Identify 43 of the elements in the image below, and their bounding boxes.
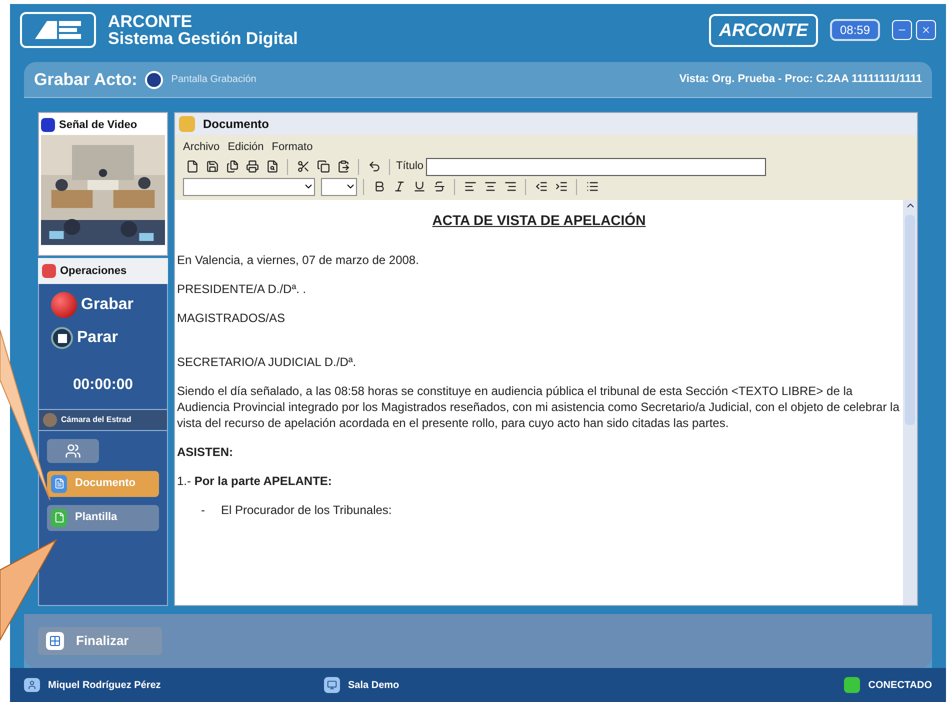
menu-item[interactable]: Edición (228, 139, 264, 156)
app-subtitle: Sistema Gestión Digital (108, 30, 298, 47)
scrollbar[interactable] (903, 200, 917, 605)
screen-name: Pantalla Grabación (171, 73, 256, 87)
document-paragraph: MAGISTRADOS/AS (177, 310, 286, 326)
people-button[interactable] (47, 438, 99, 462)
logo-icon (20, 12, 96, 48)
record-button[interactable]: Grabar (51, 292, 155, 318)
screen-title: Grabar Acto: (34, 68, 138, 91)
clock: 08:59 (830, 19, 880, 41)
title-field[interactable] (426, 158, 766, 176)
field-label: Título (396, 159, 424, 174)
document-paragraph: ASISTEN: (177, 444, 234, 460)
brand-logo: ARCONTE (708, 14, 818, 46)
menu-item[interactable]: Formato (272, 139, 313, 156)
user-icon (24, 678, 40, 692)
list-marker: - (201, 502, 205, 518)
user-name: Miquel Rodríguez Pérez (48, 678, 161, 692)
finish-icon (46, 632, 64, 650)
document-paragraph: 1.- Por la parte APELANTE: (177, 472, 333, 488)
record-info: Vista: Org. Prueba - Proc: C.2AA 11111111/1111 (679, 72, 922, 88)
close-icon (921, 25, 931, 35)
room-icon (324, 677, 340, 693)
connection-status: CONECTADO (868, 678, 932, 692)
panel-title: Señal de Video (59, 118, 138, 133)
document-paragraph: El Procurador de los Tribunales: (221, 502, 392, 518)
minimize-button[interactable] (892, 20, 912, 40)
timer: 00:00:00 (72, 375, 134, 395)
close-button[interactable] (916, 20, 936, 40)
document-paragraph: Siendo el día señalado, a las 08:58 horas se constituye en audiencia pública el tribunal de esta Sección <TEXTO LIBRE> de la Audiencia Provincial integrado por los Magistrados reseñados, con mi asistencia como Secretario/a Judicial, con el objeto de celebrar la vista del recurso de apelación acordada en el presente rollo, para cuyo acto han sido citadas las partes. (177, 382, 900, 430)
people-icon (65, 442, 81, 458)
menu-item[interactable]: Archivo (183, 139, 220, 156)
room-name: Sala Demo (348, 678, 400, 692)
document-paragraph: PRESIDENTE/A D./Dª. . (177, 280, 308, 296)
document-paragraph: SECRETARIO/A JUDICIAL D./Dª. (177, 354, 358, 370)
app-name: ARCONTE (108, 13, 194, 30)
panel-title: Operaciones (60, 264, 127, 279)
document-paragraph: En Valencia, a viernes, 07 de marzo de 2008. (177, 252, 420, 268)
nav-button[interactable]: Plantilla (47, 504, 159, 530)
stop-button[interactable]: Parar (51, 326, 155, 350)
camera-label: Cámara del Estrad (61, 414, 132, 426)
document-heading: ACTA DE VISTA DE APELACIÓN (431, 212, 647, 228)
panel-title: Documento (203, 116, 269, 133)
